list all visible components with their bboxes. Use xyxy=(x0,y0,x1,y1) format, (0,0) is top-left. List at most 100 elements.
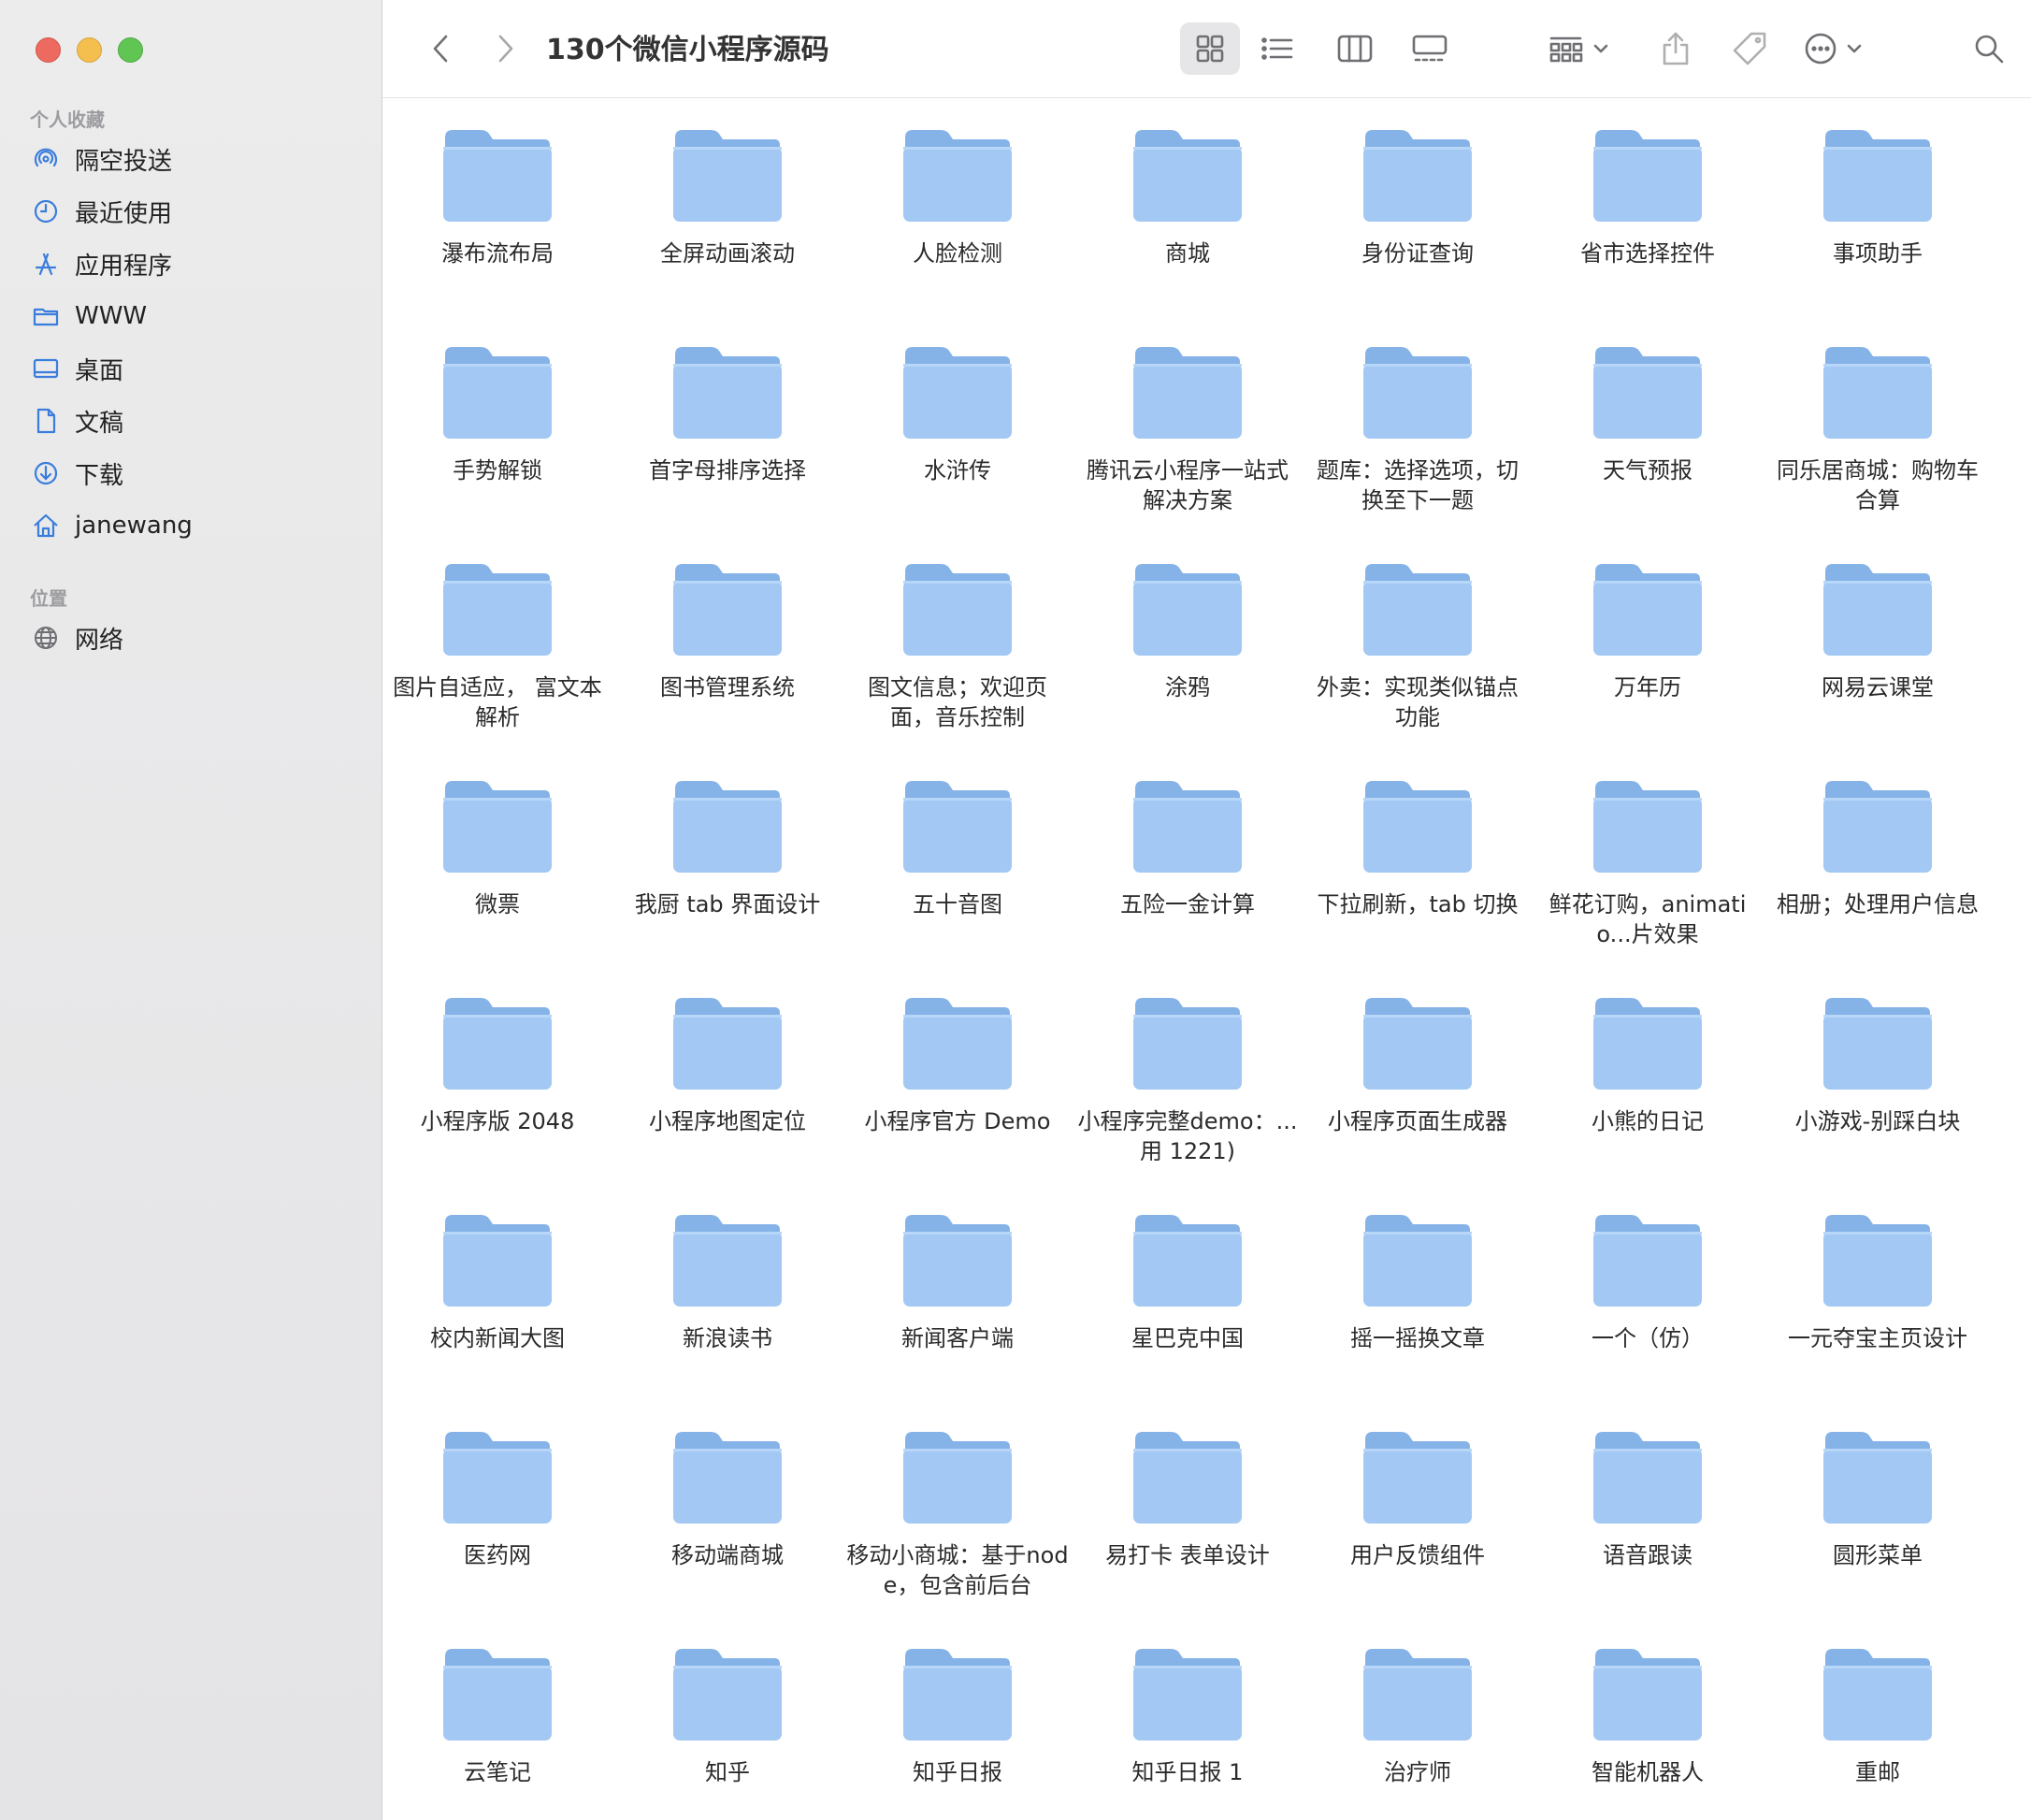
folder-item[interactable]: 语音跟读 xyxy=(1533,1400,1763,1570)
folder-item[interactable]: 图文信息；欢迎页面，音乐控制 xyxy=(843,532,1073,732)
folder-item[interactable]: 一个（仿） xyxy=(1533,1183,1763,1353)
folder-item[interactable]: 移动端商城 xyxy=(612,1400,843,1570)
share-button[interactable] xyxy=(1649,21,1702,77)
folder-item[interactable]: 商城 xyxy=(1073,98,1303,268)
download-icon xyxy=(30,457,62,489)
sidebar-item-documents[interactable]: 文稿 xyxy=(30,400,123,441)
sidebar: 个人收藏 隔空投送 最近使用 应用程序 WWW 桌面 文稿 下载 janewan… xyxy=(0,0,382,1820)
folder-item[interactable]: 全屏动画滚动 xyxy=(612,98,843,268)
folder-icon xyxy=(1363,998,1472,1090)
sidebar-item-applications[interactable]: 应用程序 xyxy=(30,243,172,284)
folder-item[interactable]: 摇一摇换文章 xyxy=(1303,1183,1533,1353)
folder-icon xyxy=(673,781,782,873)
sidebar-item-desktop[interactable]: 桌面 xyxy=(30,348,123,389)
folder-item[interactable]: 智能机器人 xyxy=(1533,1617,1763,1787)
folder-item[interactable]: 五险一金计算 xyxy=(1073,749,1303,919)
folder-label: 我厨 tab 界面设计 xyxy=(634,891,821,917)
folder-item[interactable]: 医药网 xyxy=(382,1400,612,1570)
folder-item[interactable]: 腾讯云小程序一站式解决方案 xyxy=(1073,315,1303,515)
folder-icon xyxy=(903,1215,1012,1307)
folder-icon xyxy=(673,347,782,439)
folder-item[interactable]: 圆形菜单 xyxy=(1763,1400,1993,1570)
tag-button[interactable] xyxy=(1723,21,1776,77)
sidebar-item-home[interactable]: janewang xyxy=(30,505,193,546)
folder-item[interactable]: 知乎日报 1 xyxy=(1073,1617,1303,1787)
gallery-view-button[interactable] xyxy=(1400,22,1460,75)
folder-item[interactable]: 重邮 xyxy=(1763,1617,1993,1787)
folder-label: 校内新闻大图 xyxy=(430,1325,565,1351)
folder-item[interactable]: 知乎日报 xyxy=(843,1617,1073,1787)
folder-icon xyxy=(673,564,782,656)
folder-item[interactable]: 新浪读书 xyxy=(612,1183,843,1353)
sidebar-item-airdrop[interactable]: 隔空投送 xyxy=(30,138,172,180)
sidebar-item-www[interactable]: WWW xyxy=(30,296,147,337)
folder-item[interactable]: 涂鸦 xyxy=(1073,532,1303,702)
folder-item[interactable]: 小程序完整demo：...用 1221) xyxy=(1073,966,1303,1166)
folder-icon xyxy=(1593,130,1702,222)
folder-item[interactable]: 图书管理系统 xyxy=(612,532,843,702)
forward-button[interactable] xyxy=(485,28,526,69)
folder-item[interactable]: 小程序版 2048 xyxy=(382,966,612,1136)
minimize-button[interactable] xyxy=(77,37,102,63)
folder-icon xyxy=(443,998,552,1090)
folder-item[interactable]: 移动小商城：基于node，包含前后台 xyxy=(843,1400,1073,1600)
ellipsis-circle-icon xyxy=(1805,33,1862,65)
folder-item[interactable]: 题库：选择选项，切换至下一题 xyxy=(1303,315,1533,515)
folder-item[interactable]: 小程序地图定位 xyxy=(612,966,843,1136)
list-view-button[interactable] xyxy=(1247,22,1307,75)
favorites-header: 个人收藏 xyxy=(30,108,105,131)
folder-item[interactable]: 下拉刷新，tab 切换 xyxy=(1303,749,1533,919)
folder-item[interactable]: 五十音图 xyxy=(843,749,1073,919)
folder-icon xyxy=(903,130,1012,222)
sidebar-item-network[interactable]: 网络 xyxy=(30,617,123,658)
folder-item[interactable]: 万年历 xyxy=(1533,532,1763,702)
folder-item[interactable]: 小熊的日记 xyxy=(1533,966,1763,1136)
folder-item[interactable]: 外卖：实现类似锚点功能 xyxy=(1303,532,1533,732)
folder-item[interactable]: 事项助手 xyxy=(1763,98,1993,268)
folder-item[interactable]: 首字母排序选择 xyxy=(612,315,843,485)
folder-item[interactable]: 小程序页面生成器 xyxy=(1303,966,1533,1136)
folder-label: 省市选择控件 xyxy=(1580,240,1715,267)
folder-item[interactable]: 新闻客户端 xyxy=(843,1183,1073,1353)
sidebar-item-label: WWW xyxy=(75,302,148,330)
search-button[interactable] xyxy=(1963,22,2015,75)
folder-item[interactable]: 微票 xyxy=(382,749,612,919)
folder-item[interactable]: 我厨 tab 界面设计 xyxy=(612,749,843,919)
folder-item[interactable]: 一元夺宝主页设计 xyxy=(1763,1183,1993,1353)
group-button[interactable] xyxy=(1542,22,1626,75)
zoom-button[interactable] xyxy=(118,37,143,63)
folder-item[interactable]: 易打卡 表单设计 xyxy=(1073,1400,1303,1570)
folder-item[interactable]: 治疗师 xyxy=(1303,1617,1533,1787)
folder-item[interactable]: 用户反馈组件 xyxy=(1303,1400,1533,1570)
folder-item[interactable]: 手势解锁 xyxy=(382,315,612,485)
back-button[interactable] xyxy=(420,28,461,69)
folder-item[interactable]: 天气预报 xyxy=(1533,315,1763,485)
folder-label: 星巴克中国 xyxy=(1131,1325,1244,1351)
folder-item[interactable]: 同乐居商城：购物车合算 xyxy=(1763,315,1993,515)
folder-item[interactable]: 小程序官方 Demo xyxy=(843,966,1073,1136)
folder-item[interactable]: 图片自适应， 富文本解析 xyxy=(382,532,612,732)
folder-item[interactable]: 知乎 xyxy=(612,1617,843,1787)
more-actions-button[interactable] xyxy=(1797,21,1881,77)
folder-item[interactable]: 鲜花订购，animatio...片效果 xyxy=(1533,749,1763,949)
sidebar-item-recents[interactable]: 最近使用 xyxy=(30,191,172,232)
folder-item[interactable]: 水浒传 xyxy=(843,315,1073,485)
folder-icon xyxy=(443,1432,552,1524)
folder-icon xyxy=(1593,347,1702,439)
folder-item[interactable]: 人脸检测 xyxy=(843,98,1073,268)
column-view-button[interactable] xyxy=(1325,22,1385,75)
folder-item[interactable]: 瀑布流布局 xyxy=(382,98,612,268)
folder-icon xyxy=(1133,998,1242,1090)
folder-label: 小程序页面生成器 xyxy=(1328,1108,1507,1134)
folder-item[interactable]: 小游戏-别踩白块 xyxy=(1763,966,1993,1136)
folder-item[interactable]: 省市选择控件 xyxy=(1533,98,1763,268)
sidebar-item-downloads[interactable]: 下载 xyxy=(30,453,123,494)
folder-item[interactable]: 校内新闻大图 xyxy=(382,1183,612,1353)
folder-item[interactable]: 网易云课堂 xyxy=(1763,532,1993,702)
folder-item[interactable]: 身份证查询 xyxy=(1303,98,1533,268)
folder-item[interactable]: 相册；处理用户信息 xyxy=(1763,749,1993,919)
folder-item[interactable]: 星巴克中国 xyxy=(1073,1183,1303,1353)
folder-item[interactable]: 云笔记 xyxy=(382,1617,612,1787)
close-button[interactable] xyxy=(36,37,61,63)
icon-view-button[interactable] xyxy=(1180,22,1240,75)
